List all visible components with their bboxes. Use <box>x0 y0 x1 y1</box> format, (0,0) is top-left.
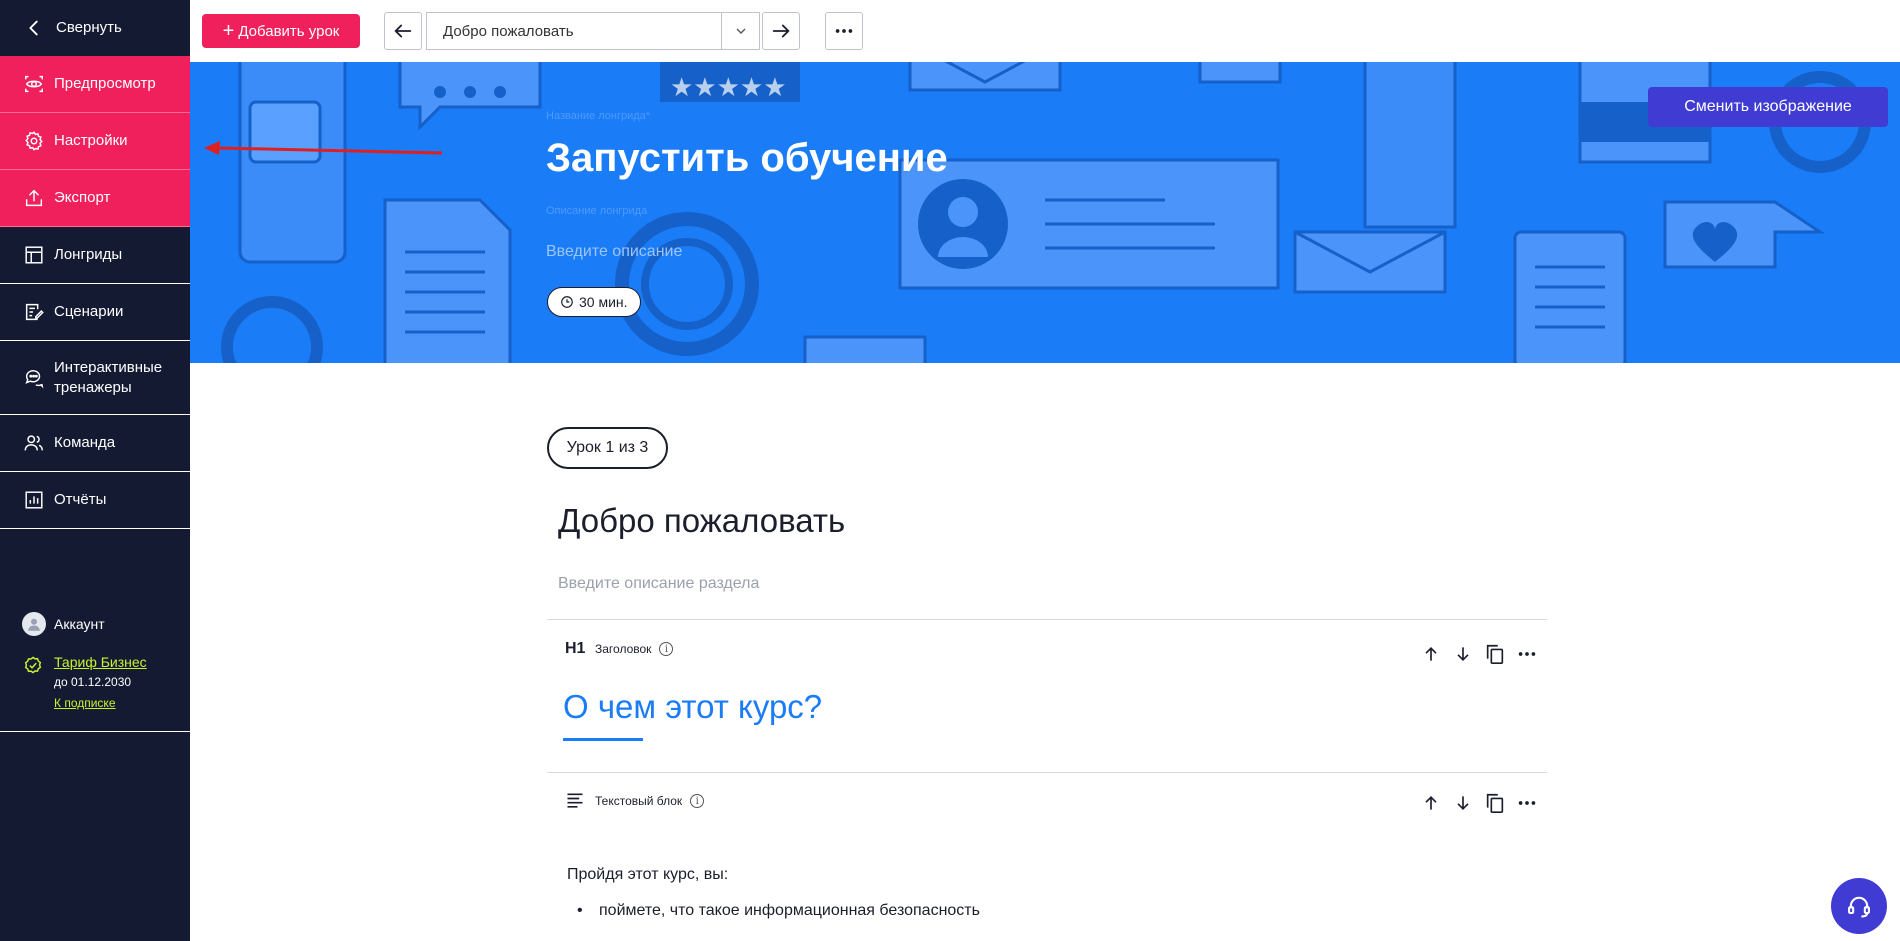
arrow-up-icon <box>1425 646 1437 661</box>
chevron-left-icon <box>22 16 46 40</box>
block-type-label: Текстовый блок <box>595 794 683 808</box>
more-horizontal-icon <box>1518 652 1536 656</box>
scenario-icon <box>22 300 46 324</box>
block-header: H1 Заголовок i <box>565 640 674 658</box>
duration-value: 30 мин. <box>579 294 628 310</box>
duplicate-button[interactable] <box>1483 791 1507 815</box>
duration-badge[interactable]: 30 мин. <box>547 287 641 317</box>
annotation-arrow <box>204 141 443 155</box>
top-toolbar: + Добавить урок Добро пожаловать <box>190 0 1900 62</box>
sidebar-item-label: Предпросмотр <box>54 75 156 92</box>
text-block: Текстовый блок i Пройдя этот курс, вы: п… <box>547 772 1547 941</box>
heading-text[interactable]: О чем этот курс? <box>563 688 822 726</box>
sidebar-item-label: Отчёты <box>54 491 107 508</box>
arrow-down-icon <box>1457 647 1469 662</box>
support-chat-button[interactable] <box>1831 878 1887 934</box>
text-paragraph[interactable]: Пройдя этот курс, вы: <box>567 866 728 884</box>
sidebar-divider <box>0 731 190 732</box>
block-type-label: Заголовок <box>595 642 652 656</box>
description-field-label: Описание лонгрида <box>546 205 648 217</box>
duplicate-button[interactable] <box>1483 642 1507 666</box>
sidebar-item-preview[interactable]: Предпросмотр <box>0 56 190 113</box>
lesson-counter-badge: Урок 1 из 3 <box>547 427 668 469</box>
sidebar-item-export[interactable]: Экспорт <box>0 170 190 227</box>
arrow-up-icon <box>1425 795 1437 810</box>
lesson-select[interactable]: Добро пожаловать <box>426 12 760 50</box>
sidebar-item-label: Команда <box>54 434 116 451</box>
sidebar-item-longreads[interactable]: Лонгриды <box>0 227 190 284</box>
collapse-label: Свернуть <box>56 19 122 36</box>
export-icon <box>22 186 46 210</box>
preview-icon <box>22 72 46 96</box>
add-lesson-label: Добавить урок <box>238 22 340 40</box>
gear-icon <box>22 129 46 153</box>
arrow-down-icon <box>1457 796 1469 811</box>
headset-icon <box>1848 896 1870 918</box>
block-header: Текстовый блок i <box>565 791 705 811</box>
team-icon <box>22 431 46 455</box>
tariff-link[interactable]: Тариф Бизнес <box>54 654 147 670</box>
avatar <box>22 612 46 636</box>
block-more-button[interactable] <box>1515 791 1539 815</box>
plus-icon: + <box>222 20 235 42</box>
move-down-button[interactable] <box>1451 791 1475 815</box>
sidebar-item-trainers[interactable]: Интерактивные тренажеры <box>0 341 190 415</box>
collapse-button[interactable]: Свернуть <box>0 0 190 56</box>
svg-text:★★★★★: ★★★★★ <box>670 72 787 102</box>
copy-icon <box>1486 793 1504 813</box>
subscription-link[interactable]: К подписке <box>54 696 147 710</box>
tariff-info: Тариф Бизнес до 01.12.2030 К подписке <box>22 654 147 710</box>
heading-underline <box>563 738 643 741</box>
tariff-date: до 01.12.2030 <box>54 675 132 689</box>
arrow-left-icon <box>394 24 412 38</box>
copy-icon <box>1486 644 1504 664</box>
sidebar-item-reports[interactable]: Отчёты <box>0 472 190 529</box>
more-horizontal-icon <box>1518 801 1536 805</box>
sidebar-item-label: Экспорт <box>54 189 111 206</box>
list-item[interactable]: поймете, что такое информационная безопа… <box>577 902 980 920</box>
section-description-input[interactable]: Введите описание раздела <box>558 575 759 593</box>
sidebar: Свернуть Предпросмотр Настройки Экспорт … <box>0 0 190 941</box>
heading-type-icon: H1 <box>565 640 586 657</box>
sidebar-item-label: Интерактивные тренажеры <box>54 358 163 396</box>
sidebar-item-label: Настройки <box>54 132 128 149</box>
banner-illustration: ★★★★★ <box>221 62 1871 363</box>
arrow-right-icon <box>772 24 790 38</box>
block-toolbar <box>1419 791 1539 815</box>
next-lesson-button[interactable] <box>762 12 800 50</box>
clock-icon <box>561 296 573 308</box>
more-horizontal-icon <box>835 29 853 33</box>
move-down-button[interactable] <box>1451 642 1475 666</box>
move-up-button[interactable] <box>1419 642 1443 666</box>
longread-icon <box>22 243 46 267</box>
chevron-down-icon <box>721 13 759 49</box>
block-more-button[interactable] <box>1515 642 1539 666</box>
add-lesson-button[interactable]: + Добавить урок <box>202 14 360 48</box>
cover-banner: ★★★★★ Название лонгрида* Запустить обуче… <box>190 62 1900 363</box>
more-options-button[interactable] <box>825 12 863 50</box>
badge-check-icon <box>22 654 46 678</box>
sidebar-item-scenarios[interactable]: Сценарии <box>0 284 190 341</box>
sidebar-item-label: Сценарии <box>54 303 124 320</box>
sidebar-item-settings[interactable]: Настройки <box>0 113 190 170</box>
sidebar-item-team[interactable]: Команда <box>0 415 190 472</box>
reports-icon <box>22 488 46 512</box>
text-align-icon <box>565 791 585 811</box>
previous-lesson-button[interactable] <box>384 12 422 50</box>
block-toolbar <box>1419 642 1539 666</box>
longread-title[interactable]: Запустить обучение <box>546 136 948 181</box>
title-field-label: Название лонгрида* <box>546 110 651 122</box>
info-icon[interactable]: i <box>659 642 674 656</box>
info-icon[interactable]: i <box>690 794 705 808</box>
heading-block: H1 Заголовок i О чем этот курс? <box>547 619 1547 772</box>
account-link[interactable]: Аккаунт <box>22 612 105 636</box>
lesson-select-value: Добро пожаловать <box>443 22 574 40</box>
move-up-button[interactable] <box>1419 791 1443 815</box>
account-label: Аккаунт <box>54 616 105 632</box>
sidebar-item-label: Лонгриды <box>54 246 123 263</box>
change-image-button[interactable]: Сменить изображение <box>1648 87 1888 127</box>
description-input[interactable]: Введите описание <box>546 243 682 261</box>
section-title[interactable]: Добро пожаловать <box>558 502 845 540</box>
chat-trainer-icon <box>22 366 46 390</box>
